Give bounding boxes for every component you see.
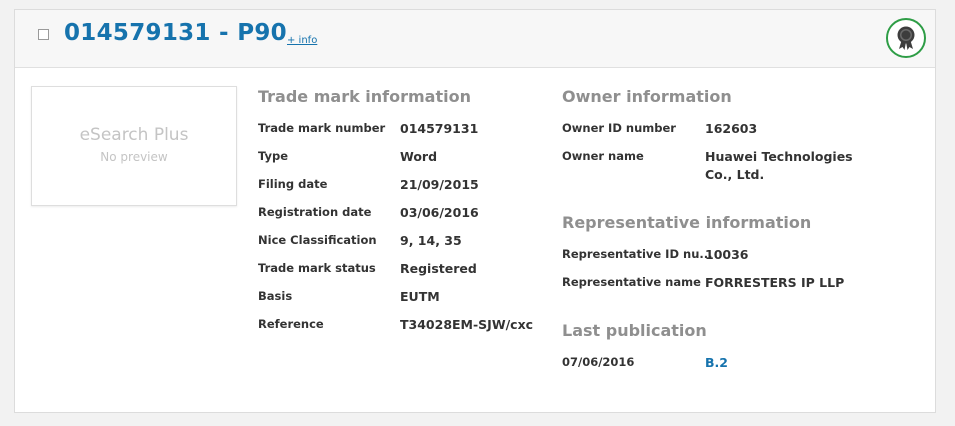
tm-number-value: 014579131 xyxy=(400,121,479,136)
owner-name-value: Huawei Technologies Co., Ltd. xyxy=(705,149,853,182)
select-checkbox[interactable] xyxy=(38,29,49,40)
tm-status-value: Registered xyxy=(400,261,477,276)
owner-id-value: 162603 xyxy=(705,121,758,136)
registration-date-label: Registration date xyxy=(258,205,372,219)
representative-id-label: Representative ID nu... xyxy=(562,247,713,261)
publication-link[interactable]: B.2 xyxy=(705,354,728,372)
trade-mark-info-heading: Trade mark information xyxy=(258,87,471,106)
representative-id-value: 10036 xyxy=(705,247,749,262)
trade-mark-title[interactable]: 014579131 - P90 xyxy=(64,20,287,46)
more-info-link[interactable]: + info xyxy=(287,35,317,46)
last-publication-heading: Last publication xyxy=(562,321,707,340)
tm-number-label: Trade mark number xyxy=(258,121,386,135)
registration-date-value: 03/06/2016 xyxy=(400,205,479,220)
basis-value: EUTM xyxy=(400,289,440,304)
owner-name-label: Owner name xyxy=(562,149,644,163)
reference-label: Reference xyxy=(258,317,324,331)
nice-classification-label: Nice Classification xyxy=(258,233,377,247)
reference-value: T34028EM-SJW/cxc xyxy=(400,317,534,332)
image-preview: eSearch Plus No preview xyxy=(31,86,237,206)
publication-date: 07/06/2016 xyxy=(562,355,635,369)
owner-info-heading: Owner information xyxy=(562,87,732,106)
preview-subtitle: No preview xyxy=(100,150,168,164)
preview-title: eSearch Plus xyxy=(79,125,189,145)
owner-id-label: Owner ID number xyxy=(562,121,676,135)
filing-date-value: 21/09/2015 xyxy=(400,177,479,192)
tm-status-label: Trade mark status xyxy=(258,261,376,275)
award-ribbon-icon xyxy=(886,18,926,58)
type-value: Word xyxy=(400,149,438,164)
nice-classification-value: 9, 14, 35 xyxy=(400,233,462,248)
basis-label: Basis xyxy=(258,289,293,303)
trade-mark-card: 014579131 - P90 + info eSearch Plus No p… xyxy=(14,9,936,413)
filing-date-label: Filing date xyxy=(258,177,328,191)
representative-name-value: FORRESTERS IP LLP xyxy=(705,275,845,290)
card-header: 014579131 - P90 + info xyxy=(15,10,935,68)
type-label: Type xyxy=(258,149,289,163)
representative-name-label: Representative name xyxy=(562,275,701,289)
representative-info-heading: Representative information xyxy=(562,213,812,232)
